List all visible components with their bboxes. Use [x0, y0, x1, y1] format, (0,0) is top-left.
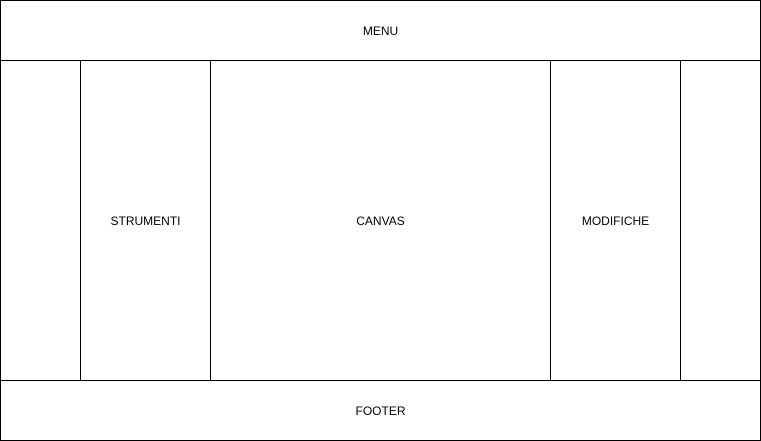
tools-block: STRUMENTI [80, 60, 211, 381]
edits-block: MODIFICHE [550, 60, 681, 381]
menu-label: MENU [362, 23, 399, 38]
canvas-block: CANVAS [210, 60, 551, 381]
edits-label: MODIFICHE [581, 213, 650, 228]
menu-block: MENU [0, 0, 761, 61]
footer-block: FOOTER [0, 380, 761, 441]
tools-label: STRUMENTI [110, 213, 181, 228]
canvas-label: CANVAS [356, 213, 405, 228]
footer-label: FOOTER [355, 403, 406, 418]
left-margin-block [0, 60, 81, 381]
right-margin-block [680, 60, 761, 381]
